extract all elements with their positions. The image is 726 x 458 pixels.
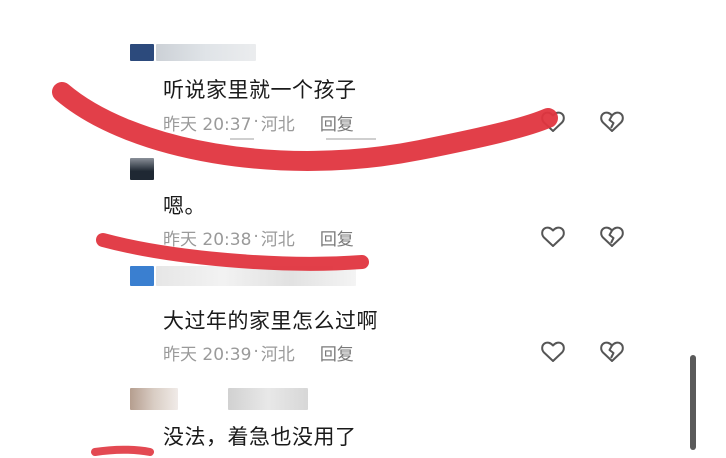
- username-blurred[interactable]: [156, 266, 356, 286]
- heart-outline-icon[interactable]: [540, 340, 566, 364]
- broken-heart-icon[interactable]: [599, 225, 625, 249]
- broken-heart-icon[interactable]: [599, 110, 625, 134]
- reply-button[interactable]: 回复: [320, 340, 354, 365]
- avatar[interactable]: [130, 158, 154, 180]
- comment-location: 河北: [260, 344, 295, 365]
- comment-time: 昨天 20:38: [163, 229, 252, 250]
- comment-text: 听说家里就一个孩子: [163, 78, 357, 102]
- meta-separator: ·: [253, 112, 259, 132]
- username-blurred[interactable]: [228, 388, 308, 410]
- avatar[interactable]: [130, 388, 178, 410]
- avatar[interactable]: [130, 266, 154, 286]
- comment-meta: 昨天 20:39 · 河北 回复: [163, 340, 354, 365]
- comment-time: 昨天 20:37: [163, 114, 252, 135]
- underline-mark: [326, 138, 376, 140]
- comment-location: 河北: [260, 114, 295, 135]
- meta-separator: ·: [253, 342, 259, 362]
- comment-text: 大过年的家里怎么过啊: [163, 309, 378, 333]
- comment-text: 没法，着急也没用了: [163, 425, 357, 449]
- comment-meta: 昨天 20:38 · 河北 回复: [163, 225, 354, 250]
- meta-separator: ·: [253, 227, 259, 247]
- comment-thread: 听说家里就一个孩子 昨天 20:37 · 河北 回复 嗯。 昨天 20:38 ·…: [0, 0, 726, 458]
- comment-text: 嗯。: [163, 194, 206, 218]
- comment-meta: 昨天 20:37 · 河北 回复: [163, 110, 354, 135]
- heart-outline-icon[interactable]: [540, 225, 566, 249]
- heart-outline-icon[interactable]: [540, 110, 566, 134]
- scrollbar[interactable]: [690, 355, 696, 450]
- comment-time: 昨天 20:39: [163, 344, 252, 365]
- username-blurred[interactable]: [156, 44, 256, 61]
- comment-location: 河北: [260, 229, 295, 250]
- reply-button[interactable]: 回复: [320, 110, 354, 135]
- reply-button[interactable]: 回复: [320, 225, 354, 250]
- underline-mark: [230, 138, 254, 140]
- broken-heart-icon[interactable]: [599, 340, 625, 364]
- avatar[interactable]: [130, 44, 154, 61]
